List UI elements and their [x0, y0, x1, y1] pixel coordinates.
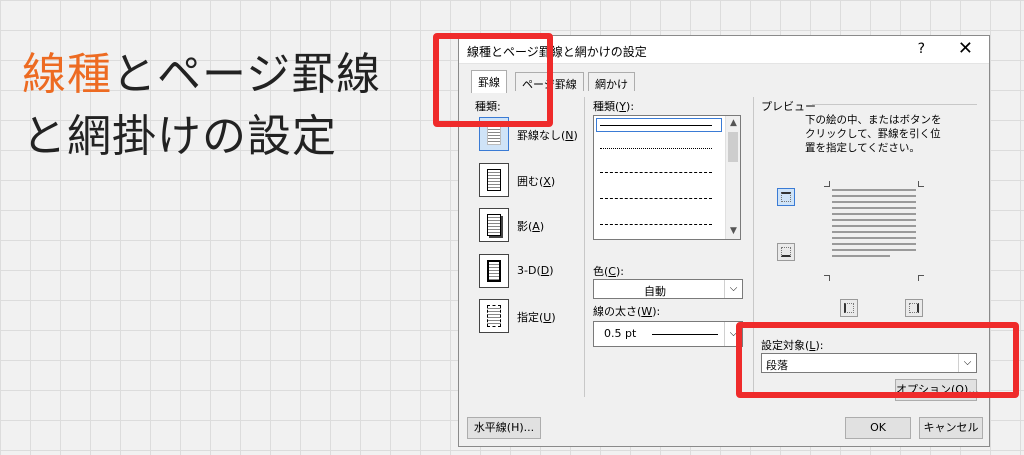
preview-line [832, 249, 916, 251]
line-width-sample [652, 334, 718, 335]
line-width-dropdown[interactable]: 0.5 pt ⌵ [593, 321, 743, 347]
slide-title: 線種とページ罫線 と網掛けの設定 [22, 44, 381, 168]
highlight-apply-to [736, 322, 1019, 398]
color-value: 自動 [644, 285, 666, 298]
preview-line [832, 207, 916, 209]
corner-bl [824, 275, 830, 281]
preview-line [832, 219, 916, 221]
horizontal-line-button[interactable]: 水平線(H)... [467, 417, 541, 439]
border-top-button[interactable] [777, 188, 795, 206]
preview-line [832, 237, 916, 239]
setting-custom-icon[interactable] [479, 299, 509, 333]
color-dropdown[interactable]: 自動 ⌵ [593, 279, 743, 299]
preview-groupline [812, 104, 977, 105]
slide-title-line2: と網掛けの設定 [22, 111, 337, 162]
corner-br [918, 275, 924, 281]
tab-shading[interactable]: 網かけ [588, 72, 635, 92]
setting-box-icon[interactable] [479, 163, 509, 197]
help-icon[interactable]: ? [918, 41, 925, 57]
scroll-up-icon[interactable]: ▲ [726, 116, 741, 131]
tab-borders[interactable]: 罫線 [471, 70, 507, 93]
style-label: 種類(Y): [593, 100, 635, 113]
line-style-dash-dot[interactable] [600, 224, 712, 225]
border-preview-area[interactable] [824, 181, 924, 281]
scroll-down-icon[interactable]: ▼ [726, 224, 741, 239]
slide-title-line1-rest: とページ罫線 [112, 49, 382, 100]
line-width-value: 0.5 pt [604, 327, 637, 340]
preview-line [832, 189, 916, 191]
border-left-button[interactable] [840, 299, 858, 317]
line-style-scrollbar[interactable]: ▲ ▼ [725, 116, 740, 239]
preview-line [832, 225, 916, 227]
setting-shadow-icon[interactable] [479, 208, 509, 242]
setting-3d-icon[interactable] [479, 254, 509, 288]
preview-line [832, 213, 916, 215]
line-style-dotted[interactable] [600, 148, 712, 149]
preview-label: プレビュー [761, 100, 816, 113]
preview-line [832, 201, 916, 203]
line-style-list[interactable]: ▲ ▼ [593, 115, 741, 240]
width-label: 線の太さ(W): [593, 305, 661, 318]
line-style-short-dash[interactable] [600, 172, 712, 173]
column-divider-left [584, 97, 585, 397]
preview-line [832, 255, 890, 257]
line-style-dash[interactable] [600, 198, 712, 199]
slide-title-accent: 線種 [22, 49, 112, 100]
preview-instructions: 下の絵の中、またはボタンを クリックして、罫線を引く位 置を指定してください。 [805, 114, 942, 154]
ok-button[interactable]: OK [845, 417, 911, 439]
setting-shadow-label[interactable]: 影(A) [517, 218, 544, 234]
line-style-solid[interactable] [600, 125, 712, 126]
cancel-button[interactable]: キャンセル [919, 417, 983, 439]
chevron-down-icon[interactable]: ⌵ [724, 280, 742, 298]
preview-line [832, 195, 916, 197]
setting-3d-label[interactable]: 3-D(D) [517, 264, 554, 277]
corner-tr [918, 181, 924, 187]
slide-title-line1: 線種とページ罫線 [22, 44, 381, 106]
color-label: 色(C): [593, 265, 624, 278]
border-right-button[interactable] [905, 299, 923, 317]
preview-line [832, 243, 916, 245]
setting-none-label[interactable]: 罫線なし(N) [517, 127, 578, 143]
close-icon[interactable]: ✕ [958, 38, 973, 59]
scroll-thumb[interactable] [728, 132, 738, 162]
preview-line [832, 231, 916, 233]
setting-box-label[interactable]: 囲む(X) [517, 173, 555, 189]
border-bottom-button[interactable] [777, 243, 795, 261]
setting-custom-label[interactable]: 指定(U) [517, 309, 556, 325]
corner-tl [824, 181, 830, 187]
